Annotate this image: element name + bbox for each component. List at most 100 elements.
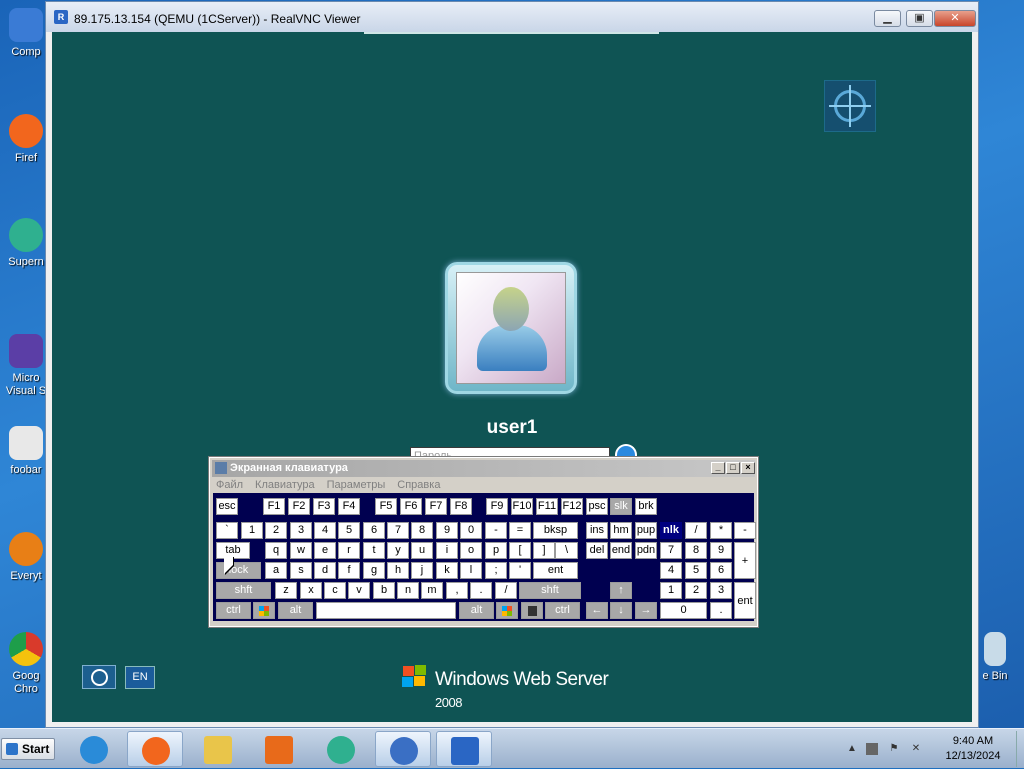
volume-muted-icon[interactable]: ✕ bbox=[910, 743, 922, 755]
key-ent[interactable]: ent bbox=[533, 562, 578, 579]
taskbar-ie[interactable] bbox=[66, 731, 122, 767]
key-1[interactable]: 1 bbox=[241, 522, 263, 539]
key-u2192[interactable]: → bbox=[635, 602, 657, 619]
key-F3[interactable]: F3 bbox=[313, 498, 335, 515]
start-button[interactable]: Start bbox=[1, 738, 55, 760]
key-1[interactable]: 1 bbox=[660, 582, 682, 599]
key-4[interactable]: 4 bbox=[314, 522, 336, 539]
key-8[interactable]: 8 bbox=[411, 522, 433, 539]
key-u2e[interactable]: . bbox=[710, 602, 732, 619]
key-ctrl[interactable]: ctrl bbox=[216, 602, 251, 619]
taskbar-firefox[interactable] bbox=[127, 731, 183, 767]
menu-keyboard[interactable]: Клавиатура bbox=[255, 479, 315, 491]
key-u2190[interactable]: ← bbox=[586, 602, 608, 619]
taskbar-supernova[interactable] bbox=[313, 731, 369, 767]
key-u3b[interactable]: ; bbox=[485, 562, 507, 579]
key-F9[interactable]: F9 bbox=[486, 498, 508, 515]
key-esc[interactable]: esc bbox=[216, 498, 238, 515]
key-brk[interactable]: brk bbox=[635, 498, 657, 515]
key-F7[interactable]: F7 bbox=[425, 498, 447, 515]
key-u5c[interactable]: \ bbox=[555, 542, 578, 559]
key-s[interactable]: s bbox=[290, 562, 312, 579]
key-pup[interactable]: pup bbox=[635, 522, 657, 539]
taskbar-media-player[interactable] bbox=[251, 731, 307, 767]
key-r[interactable]: r bbox=[338, 542, 360, 559]
taskbar-app[interactable] bbox=[375, 731, 431, 767]
menu-file[interactable]: Файл bbox=[216, 479, 243, 491]
key-hm[interactable]: hm bbox=[610, 522, 632, 539]
key-F10[interactable]: F10 bbox=[511, 498, 533, 515]
key-i[interactable]: i bbox=[436, 542, 458, 559]
language-indicator[interactable]: EN bbox=[125, 666, 155, 689]
osk-maximize-button[interactable]: □ bbox=[726, 462, 740, 474]
key-u2d[interactable]: - bbox=[734, 522, 756, 539]
key-d[interactable]: d bbox=[314, 562, 336, 579]
key-u2e[interactable]: . bbox=[470, 582, 492, 599]
vnc-toolbar-strip[interactable] bbox=[364, 32, 659, 34]
maximize-button[interactable]: ▣ bbox=[906, 10, 933, 27]
key-l[interactable]: l bbox=[460, 562, 482, 579]
key-u[interactable]: u bbox=[411, 542, 433, 559]
menu-settings[interactable]: Параметры bbox=[327, 479, 386, 491]
user-avatar[interactable] bbox=[445, 262, 577, 394]
desktop-icon-chrome[interactable]: Goog Chro bbox=[4, 632, 48, 696]
key-0[interactable]: 0 bbox=[460, 522, 482, 539]
key-F12[interactable]: F12 bbox=[561, 498, 583, 515]
key-g[interactable]: g bbox=[363, 562, 385, 579]
key-ins[interactable]: ins bbox=[586, 522, 608, 539]
desktop-icon-everything[interactable]: Everyt bbox=[4, 532, 48, 583]
osk-title-bar[interactable]: Экранная клавиатура _ □ × bbox=[212, 460, 755, 477]
key-lock[interactable]: lock bbox=[216, 562, 261, 579]
desktop-icon-visual-studio[interactable]: Micro Visual S bbox=[4, 334, 48, 398]
key-u2f[interactable]: / bbox=[495, 582, 517, 599]
key-psc[interactable]: psc bbox=[586, 498, 608, 515]
key-ctrl[interactable]: ctrl bbox=[545, 602, 580, 619]
network-icon[interactable] bbox=[866, 743, 878, 755]
key-p[interactable]: p bbox=[485, 542, 507, 559]
key-5[interactable]: 5 bbox=[685, 562, 707, 579]
key-F8[interactable]: F8 bbox=[450, 498, 472, 515]
key-u2193[interactable]: ↓ bbox=[610, 602, 632, 619]
ease-of-access-button[interactable] bbox=[82, 665, 116, 689]
key-u2191[interactable]: ↑ bbox=[610, 582, 632, 599]
osk-close-button[interactable]: × bbox=[741, 462, 755, 474]
key-4[interactable]: 4 bbox=[660, 562, 682, 579]
key-o[interactable]: o bbox=[460, 542, 482, 559]
clock[interactable]: 9:40 AM 12/13/2024 bbox=[938, 734, 1008, 764]
key-8[interactable]: 8 bbox=[685, 542, 707, 559]
key-u2a[interactable]: * bbox=[710, 522, 732, 539]
key-w[interactable]: w bbox=[290, 542, 312, 559]
remote-screen[interactable]: user1 Пароль EN Windows Web Server 2008 … bbox=[52, 32, 972, 722]
key-x[interactable]: x bbox=[300, 582, 322, 599]
key-2[interactable]: 2 bbox=[685, 582, 707, 599]
desktop-icon-foobar[interactable]: foobar bbox=[4, 426, 48, 477]
minimize-button[interactable]: ▁ bbox=[874, 10, 901, 27]
key-a[interactable]: a bbox=[265, 562, 287, 579]
key-F6[interactable]: F6 bbox=[400, 498, 422, 515]
key-3[interactable]: 3 bbox=[290, 522, 312, 539]
desktop-icon-supernova[interactable]: Supern bbox=[4, 218, 48, 269]
key-nlk[interactable]: nlk bbox=[660, 522, 682, 539]
key-b[interactable]: b bbox=[373, 582, 395, 599]
key-j[interactable]: j bbox=[411, 562, 433, 579]
key-ent[interactable]: ent bbox=[734, 582, 756, 619]
key-0[interactable]: 0 bbox=[660, 602, 707, 619]
key-q[interactable]: q bbox=[265, 542, 287, 559]
key-9[interactable]: 9 bbox=[436, 522, 458, 539]
key-u5d[interactable]: ] bbox=[533, 542, 555, 559]
close-button[interactable]: ✕ bbox=[934, 10, 976, 27]
menu-help[interactable]: Справка bbox=[397, 479, 440, 491]
key-v[interactable]: v bbox=[348, 582, 370, 599]
show-desktop-button[interactable] bbox=[1016, 731, 1024, 767]
key-shft[interactable]: shft bbox=[216, 582, 271, 599]
key-u2f[interactable]: / bbox=[685, 522, 707, 539]
key-h[interactable]: h bbox=[387, 562, 409, 579]
key-3[interactable]: 3 bbox=[710, 582, 732, 599]
key-u2d[interactable]: - bbox=[485, 522, 507, 539]
key-e[interactable]: e bbox=[314, 542, 336, 559]
key-u60[interactable]: ` bbox=[216, 522, 238, 539]
key-y[interactable]: y bbox=[387, 542, 409, 559]
key-5[interactable]: 5 bbox=[338, 522, 360, 539]
key-F11[interactable]: F11 bbox=[536, 498, 558, 515]
key-k[interactable]: k bbox=[436, 562, 458, 579]
